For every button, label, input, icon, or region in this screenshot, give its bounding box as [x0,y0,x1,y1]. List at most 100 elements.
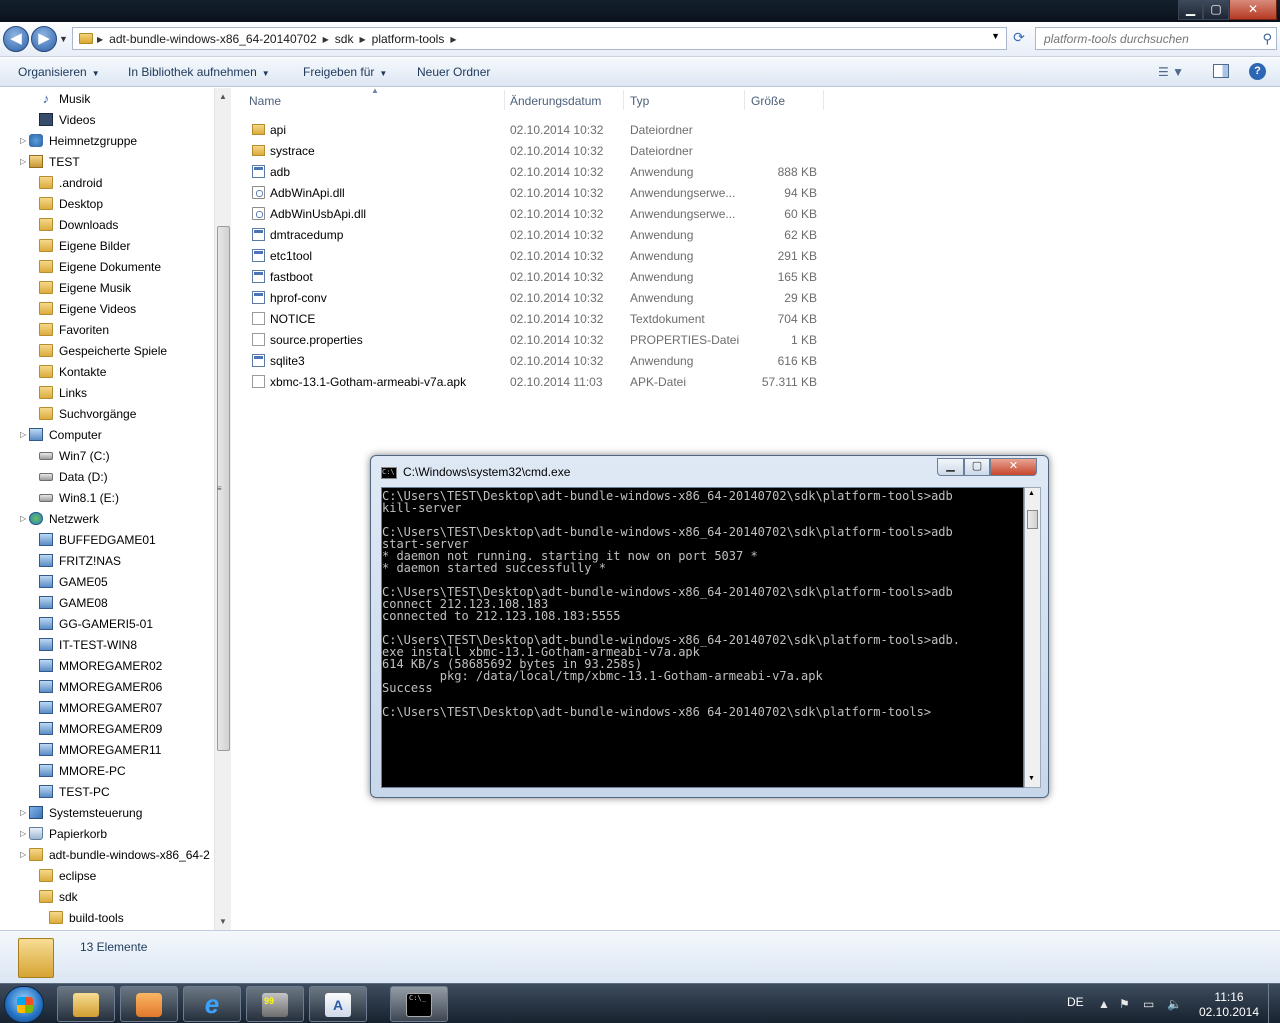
expand-toggle-icon[interactable]: ▷ [20,829,26,838]
expand-toggle-icon[interactable]: ▷ [20,136,26,145]
file-row[interactable]: adb 02.10.2014 10:32 Anwendung 888 KB [248,161,823,182]
sidebar-item[interactable]: eclipse [39,865,96,886]
scroll-down-icon[interactable]: ▼ [1028,775,1035,782]
sidebar-item[interactable]: MMOREGAMER09 [39,718,162,739]
language-indicator[interactable]: DE [1067,995,1084,1009]
expand-toggle-icon[interactable]: ▷ [20,430,26,439]
cmd-close-button[interactable]: ✕ [990,458,1037,476]
system-clock[interactable]: 11:16 02.10.2014 [1196,990,1262,1020]
sidebar-item[interactable]: Papierkorb [29,823,107,844]
file-row[interactable]: hprof-conv 02.10.2014 10:32 Anwendung 29 KB [248,287,823,308]
cmd-window[interactable]: C:\ C:\Windows\system32\cmd.exe ▁ ▢ ✕ C:… [370,455,1049,798]
sidebar-item[interactable]: MMOREGAMER07 [39,697,162,718]
taskbar-cmd-button[interactable]: C:\_ [390,986,448,1022]
chevron-right-icon[interactable]: ▶ [323,35,329,44]
maximize-button[interactable]: ▢ [1203,0,1229,20]
scroll-up-icon[interactable]: ▲ [219,92,227,101]
preview-pane-icon[interactable] [1213,64,1229,78]
cmd-minimize-button[interactable]: ▁ [937,458,964,476]
scroll-down-icon[interactable]: ▼ [219,917,227,926]
sidebar-item[interactable]: TEST-PC [39,781,110,802]
search-input[interactable] [1036,28,1246,49]
sidebar-item[interactable]: Win8.1 (E:) [39,487,119,508]
sidebar-item[interactable]: MMORE-PC [39,760,126,781]
sidebar-item[interactable]: Eigene Musik [39,277,131,298]
taskbar-app-button[interactable]: 99 [246,986,304,1022]
sidebar-item[interactable]: Desktop [39,193,103,214]
expand-toggle-icon[interactable]: ▷ [20,514,26,523]
sidebar-item[interactable]: MMOREGAMER02 [39,655,162,676]
taskbar-wordpad-button[interactable]: A [309,986,367,1022]
search-box[interactable]: ⚲ [1035,27,1277,50]
file-row[interactable]: source.properties 02.10.2014 10:32 PROPERT… [248,329,823,350]
sidebar-item[interactable]: Systemsteuerung [29,802,142,823]
action-center-icon[interactable]: ⚑ [1119,997,1130,1011]
taskbar-media-player-button[interactable] [120,986,178,1022]
sidebar-item[interactable]: GAME05 [39,571,108,592]
navigation-pane-scrollbar[interactable]: ▲ ≡ ▼ [214,88,231,930]
console-scrollbar[interactable]: ▲ ▼ [1024,487,1041,788]
expand-toggle-icon[interactable]: ▷ [20,157,26,166]
sidebar-item[interactable]: Kontakte [39,361,106,382]
chevron-right-icon[interactable]: ▶ [97,35,103,44]
forward-button[interactable]: ▶ [31,26,57,52]
expand-toggle-icon[interactable]: ▷ [20,808,26,817]
sidebar-item[interactable]: build-tools [49,907,124,928]
sidebar-item[interactable]: Computer [29,424,102,445]
recent-pages-dropdown-icon[interactable]: ▼ [59,34,68,44]
column-header-name[interactable]: Name [249,94,281,108]
file-row[interactable]: AdbWinUsbApi.dll 02.10.2014 10:32 Anwendun… [248,203,823,224]
file-row[interactable]: api 02.10.2014 10:32 Dateiordner [248,119,823,140]
file-row[interactable]: sqlite3 02.10.2014 10:32 Anwendung 616 KB [248,350,823,371]
sidebar-item[interactable]: adt-bundle-windows-x86_64-2 [29,844,210,865]
include-in-library-button[interactable]: In Bibliothek aufnehmen ▼ [128,65,270,79]
sidebar-item[interactable]: GG-GAMERI5-01 [39,613,153,634]
close-button[interactable]: ✕ [1229,0,1277,20]
volume-icon[interactable]: 🔈 [1167,997,1182,1011]
sidebar-item[interactable]: BUFFEDGAME01 [39,529,156,550]
scrollbar-thumb[interactable] [1027,510,1038,529]
file-row[interactable]: xbmc-13.1-Gotham-armeabi-v7a.apk 02.10.20… [248,371,823,392]
sidebar-item[interactable]: MMOREGAMER06 [39,676,162,697]
refresh-icon[interactable]: ⟳ [1009,29,1029,49]
organize-button[interactable]: Organisieren ▼ [18,65,100,79]
start-button[interactable] [4,986,44,1023]
sidebar-item[interactable]: Suchvorgänge [39,403,136,424]
column-divider[interactable] [623,90,624,110]
sidebar-item[interactable]: Videos [39,109,95,130]
show-desktop-button[interactable] [1268,984,1280,1023]
file-row[interactable]: dmtracedump 02.10.2014 10:32 Anwendung 62 K… [248,224,823,245]
sidebar-item[interactable]: Gespeicherte Spiele [39,340,167,361]
column-divider[interactable] [744,90,745,110]
breadcrumb-item-adt-bundle[interactable]: adt-bundle-windows-x86_64-20140702 [109,32,316,46]
change-view-icon[interactable]: ☰ ▼ [1158,65,1184,79]
file-row[interactable]: AdbWinApi.dll 02.10.2014 10:32 Anwendungse… [248,182,823,203]
column-header-date[interactable]: Änderungsdatum [510,94,601,108]
cmd-maximize-button[interactable]: ▢ [964,458,990,476]
sidebar-item[interactable]: Heimnetzgruppe [29,130,137,151]
expand-toggle-icon[interactable]: ▷ [20,850,26,859]
sidebar-item[interactable]: Eigene Videos [39,298,136,319]
sidebar-item[interactable]: Netzwerk [29,508,99,529]
column-divider[interactable] [823,90,824,110]
sidebar-item[interactable]: Favoriten [39,319,109,340]
share-with-button[interactable]: Freigeben für ▼ [303,65,387,79]
network-tray-icon[interactable]: ▭ [1143,997,1154,1011]
sidebar-item[interactable]: .android [39,172,102,193]
column-divider[interactable] [504,90,505,110]
file-row[interactable]: fastboot 02.10.2014 10:32 Anwendung 165 KB [248,266,823,287]
column-header-size[interactable]: Größe [751,94,785,108]
search-icon[interactable]: ⚲ [1262,31,1272,47]
file-row[interactable]: systrace 02.10.2014 10:32 Dateiordner [248,140,823,161]
minimize-button[interactable]: ▁ [1178,0,1203,20]
sidebar-item[interactable]: Data (D:) [39,466,108,487]
sidebar-item[interactable]: GAME08 [39,592,108,613]
sidebar-item[interactable]: FRITZ!NAS [39,550,121,571]
sidebar-item[interactable]: Downloads [39,214,118,235]
file-row[interactable]: NOTICE 02.10.2014 10:32 Textdokument 704 KB [248,308,823,329]
address-bar[interactable]: ▶ adt-bundle-windows-x86_64-20140702 ▶ s… [72,27,1007,50]
sidebar-item[interactable]: TEST [29,151,80,172]
help-icon[interactable]: ? [1249,63,1266,80]
show-hidden-icons-icon[interactable]: ▲ [1098,997,1110,1011]
back-button[interactable]: ◀ [3,26,29,52]
